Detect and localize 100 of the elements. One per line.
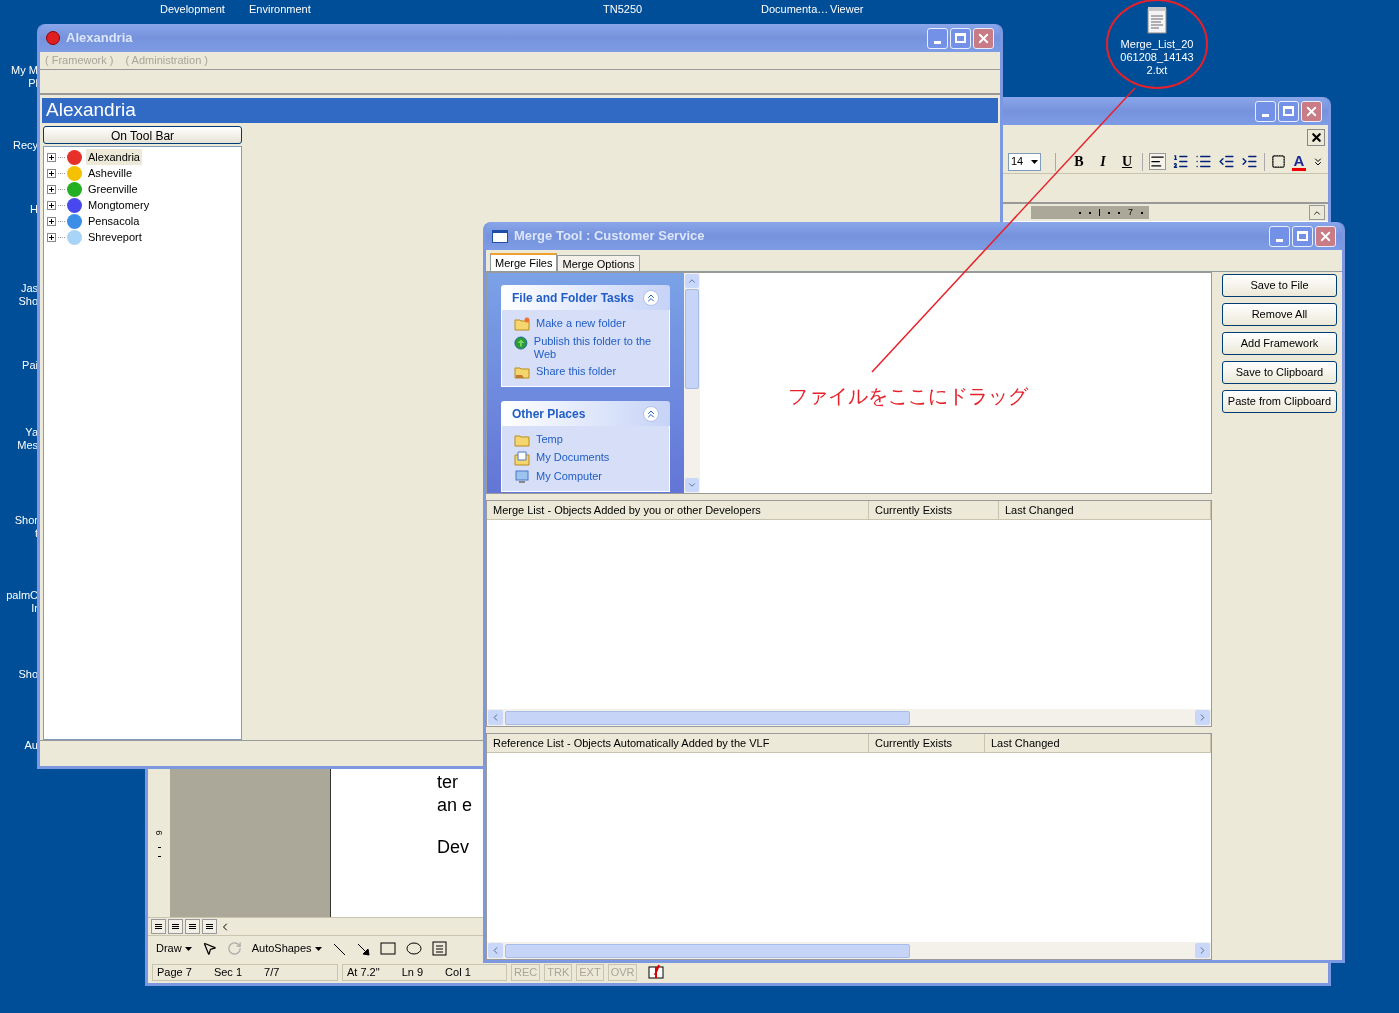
task-link[interactable]: My Computer — [536, 470, 603, 483]
print-view-icon[interactable] — [185, 919, 200, 934]
normal-view-icon[interactable] — [151, 919, 166, 934]
desktop-icon-label[interactable]: Ya — [25, 426, 38, 439]
action-button[interactable]: Remove All — [1222, 303, 1337, 326]
maximize-button[interactable] — [1278, 100, 1299, 122]
close-document-button[interactable] — [1307, 129, 1325, 146]
format-button[interactable]: I — [1094, 151, 1112, 172]
column-header[interactable]: Last Changed — [985, 734, 1211, 752]
horizontal-scrollbar[interactable] — [487, 942, 1211, 959]
bullet-list-icon[interactable] — [1195, 153, 1212, 170]
column-header[interactable]: Currently Exists — [869, 501, 999, 519]
tree-item[interactable]: Shreveport — [86, 228, 144, 246]
more-icon[interactable] — [1312, 155, 1324, 168]
horizontal-scrollbar[interactable] — [487, 709, 1211, 726]
scroll-down-icon[interactable] — [687, 480, 697, 490]
minimize-button[interactable] — [1255, 100, 1276, 122]
desktop-icon-label[interactable]: Shor — [14, 514, 38, 527]
tree-item[interactable]: Mongtomery — [86, 196, 152, 214]
scroll-up-button[interactable] — [1309, 205, 1325, 220]
text-box-tool-icon[interactable] — [431, 941, 447, 956]
desktop-icon-label[interactable]: palmC — [6, 589, 38, 602]
scroll-up-icon[interactable] — [687, 276, 697, 286]
desktop-icon-label[interactable]: Recy — [12, 139, 38, 152]
ellipse-tool-icon[interactable] — [405, 942, 422, 955]
autoshapes-menu-button[interactable]: AutoShapes — [251, 940, 322, 957]
tree-item[interactable]: Asheville — [86, 164, 135, 182]
decrease-indent-icon[interactable] — [1218, 153, 1235, 170]
desktop-icon-label[interactable]: Environment — [249, 1, 311, 18]
close-button[interactable] — [1301, 100, 1322, 122]
tab[interactable]: Merge Files — [490, 253, 558, 271]
desktop-icon-label[interactable]: Mes — [17, 439, 38, 452]
task-link[interactable]: My Documents — [536, 451, 610, 464]
toolbar-toggle-button[interactable]: On Tool Bar — [43, 126, 242, 144]
close-button[interactable] — [973, 27, 994, 49]
desktop-icon-label[interactable]: Documenta… — [761, 1, 829, 18]
desktop-icon-label[interactable]: Sho — [18, 295, 38, 308]
task-link[interactable]: Make a new folder — [536, 317, 626, 330]
desktop-icon-label[interactable]: Pai — [22, 359, 38, 372]
vertical-scrollbar[interactable] — [684, 273, 700, 493]
desktop-icon-label[interactable]: Pl — [28, 77, 38, 90]
tree-item[interactable]: Alexandria — [86, 148, 142, 166]
column-header[interactable]: Last Changed — [999, 501, 1211, 519]
expand-icon[interactable] — [47, 168, 56, 178]
arrow-tool-icon[interactable] — [355, 941, 370, 956]
maximize-button[interactable] — [950, 27, 971, 49]
status-text: Sec 1 — [213, 964, 242, 980]
desktop-icon-label[interactable]: H — [30, 203, 38, 216]
tab[interactable]: Merge Options — [557, 255, 640, 271]
desktop-icon-label[interactable]: Sho — [18, 668, 38, 681]
expand-icon[interactable] — [47, 232, 56, 242]
select-pointer-icon[interactable] — [201, 941, 217, 956]
collapse-button[interactable] — [643, 289, 659, 306]
font-color-button[interactable]: A — [1293, 152, 1305, 168]
desktop-icon-label[interactable]: My M — [11, 64, 38, 77]
task-link[interactable]: Share this folder — [536, 365, 617, 378]
action-button[interactable]: Save to Clipboard — [1222, 361, 1337, 384]
line-tool-icon[interactable] — [331, 941, 346, 956]
desktop-icon-label[interactable]: Development — [160, 1, 225, 18]
tree-item[interactable]: Pensacola — [86, 212, 142, 230]
close-button[interactable] — [1315, 225, 1336, 247]
font-size-dropdown[interactable]: 14 — [1008, 152, 1041, 171]
action-button[interactable]: Add Framework — [1222, 332, 1337, 355]
format-button[interactable]: U — [1118, 151, 1136, 172]
draw-menu-button[interactable]: Draw — [156, 940, 192, 957]
action-button[interactable]: Save to File — [1222, 274, 1337, 297]
expand-icon[interactable] — [47, 216, 56, 226]
document-text: Dev — [437, 836, 470, 859]
increase-indent-icon[interactable] — [1241, 153, 1258, 170]
action-button[interactable]: Paste from Clipboard — [1222, 390, 1337, 413]
numbered-list-icon[interactable] — [1172, 153, 1189, 170]
text-file-icon[interactable] — [1146, 6, 1168, 34]
desktop-icon-label[interactable]: Jas — [20, 282, 38, 295]
desktop-icon-label[interactable]: Viewer — [830, 1, 864, 18]
task-link[interactable]: Publish this folder to the Web — [533, 335, 657, 361]
collapse-button[interactable] — [643, 405, 659, 422]
task-group-title: Other Places — [512, 405, 586, 423]
minimize-button[interactable] — [927, 27, 948, 49]
rectangle-tool-icon[interactable] — [379, 942, 396, 955]
web-view-icon[interactable] — [168, 919, 183, 934]
column-header[interactable]: Reference List - Objects Automatically Added by the VLF — [487, 734, 869, 752]
expand-icon[interactable] — [47, 184, 56, 194]
outline-view-icon[interactable] — [202, 919, 217, 934]
column-header[interactable]: Currently Exists — [869, 734, 985, 752]
file-name-label[interactable]: Merge_List_20061208_141432.txt — [1119, 38, 1195, 77]
desktop-icon-label[interactable]: Au — [24, 739, 38, 752]
desktop-icon-label[interactable]: TN5250 — [603, 1, 643, 18]
expand-icon[interactable] — [47, 152, 56, 162]
task-link[interactable]: Temp — [536, 433, 563, 446]
status-text: At 7.2" — [347, 964, 380, 980]
align-left-icon[interactable] — [1149, 153, 1166, 170]
column-header[interactable]: Merge List - Objects Added by you or other Developers — [487, 501, 869, 519]
minimize-button[interactable] — [1269, 225, 1290, 247]
document-text: ter — [437, 771, 459, 794]
expand-icon[interactable] — [47, 200, 56, 210]
document-text: an e — [437, 794, 474, 817]
tree-item[interactable]: Greenville — [86, 180, 140, 198]
format-button[interactable]: B — [1070, 151, 1088, 172]
maximize-button[interactable] — [1292, 225, 1313, 247]
border-icon[interactable] — [1271, 154, 1286, 169]
